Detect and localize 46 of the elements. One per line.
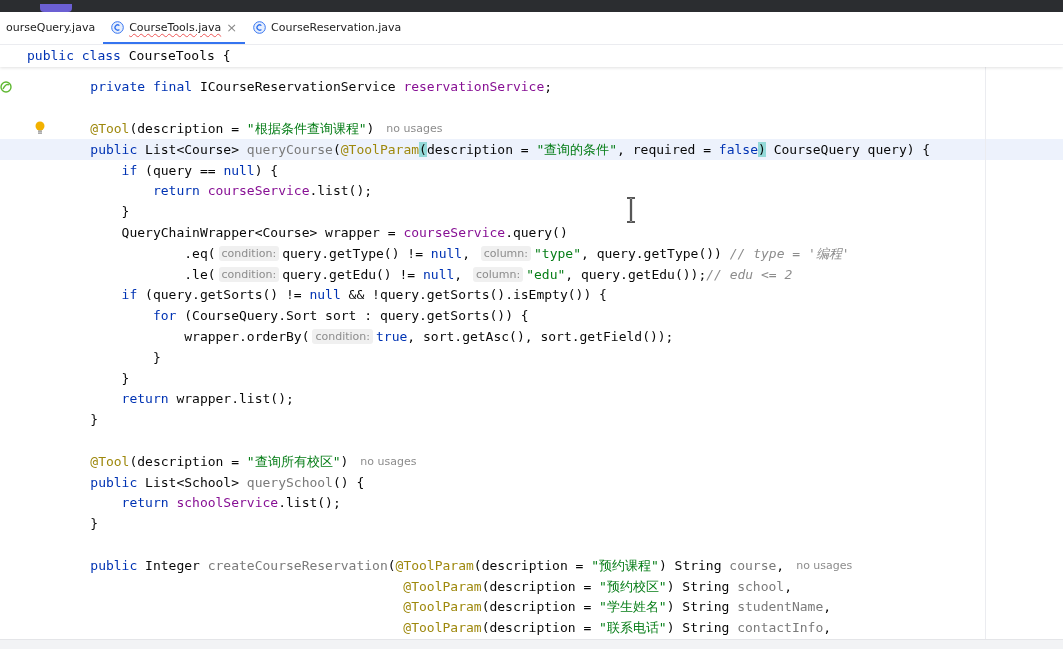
code-text: .eq( [183,244,216,263]
lightbulb-icon[interactable] [35,120,45,135]
code-text: } [120,369,130,388]
code-text: } [89,411,99,430]
inlay-hint: condition: [218,267,280,283]
code-text: return schoolService.list(); [120,494,341,513]
code-text: "edu", query.getEdu());// edu <= 2 [526,265,793,284]
code-text: @ToolParam(description = "学生姓名") String studentName, [402,598,832,617]
code-text: @Tool(description = "根据条件查询课程") [89,120,375,138]
code-text: @ToolParam(description = "联系电话") String contactInfo, [402,619,832,638]
code-text: return courseService.list(); [151,182,373,201]
file-tab[interactable]: CourseReservation.java [245,12,410,44]
usage-hint[interactable]: no usages [386,122,443,136]
code-text: @Tool(description = "查询所有校区") [89,452,349,471]
inlay-hint: column: [473,267,524,283]
code-text: public List<Course> queryCourse(@ToolParam(description = "查询的条件", required = false) CourseQuery query) { [89,140,931,159]
code-text: .le( [183,265,216,284]
class-icon [253,20,267,34]
code-text: true, sort.getAsc(), sort.getField()); [376,327,674,346]
close-icon[interactable]: × [226,19,238,35]
bean-icon[interactable] [0,81,12,93]
code-text: for (CourseQuery.Sort sort : query.getSorts()) { [151,307,529,326]
code-text: public Integer createCourseReservation(@ToolParam(description = "预约课程") String course, [89,556,785,575]
code-text: public List<School> querySchool() { [89,473,365,492]
code-text: @ToolParam(description = "预约校区") String school, [402,577,792,596]
code-text: "type", query.getType()) // type = '编程' [534,244,850,263]
code-text: public class CourseTools { [27,47,231,65]
code-text: query.getEdu() != null, [282,265,464,284]
class-icon [111,20,125,34]
inlay-hint: condition: [218,246,280,262]
code-text: } [89,515,99,534]
code-text: return wrapper.list(); [120,390,294,409]
file-tab[interactable]: ourseQuery.java [0,12,104,44]
code-text: private final ICourseReservationService reservationService; [89,78,553,97]
project-button[interactable] [40,4,72,12]
inlay-hint: condition: [312,329,374,345]
usage-hint[interactable]: no usages [360,455,417,469]
usage-hint[interactable]: no usages [796,559,853,573]
code-text: if (query == null) { [120,161,279,180]
code-text: wrapper.orderBy( [183,327,310,346]
code-text: } [151,348,161,367]
inlay-hint: column: [480,246,531,262]
code-text: if (query.getSorts() != null && !query.getSorts().isEmpty()) { [120,286,607,305]
code-text: QueryChainWrapper<Course> wrapper = courseService.query() [120,223,568,242]
code-text: } [120,203,130,222]
code-text: query.getType() != null, [282,244,471,263]
